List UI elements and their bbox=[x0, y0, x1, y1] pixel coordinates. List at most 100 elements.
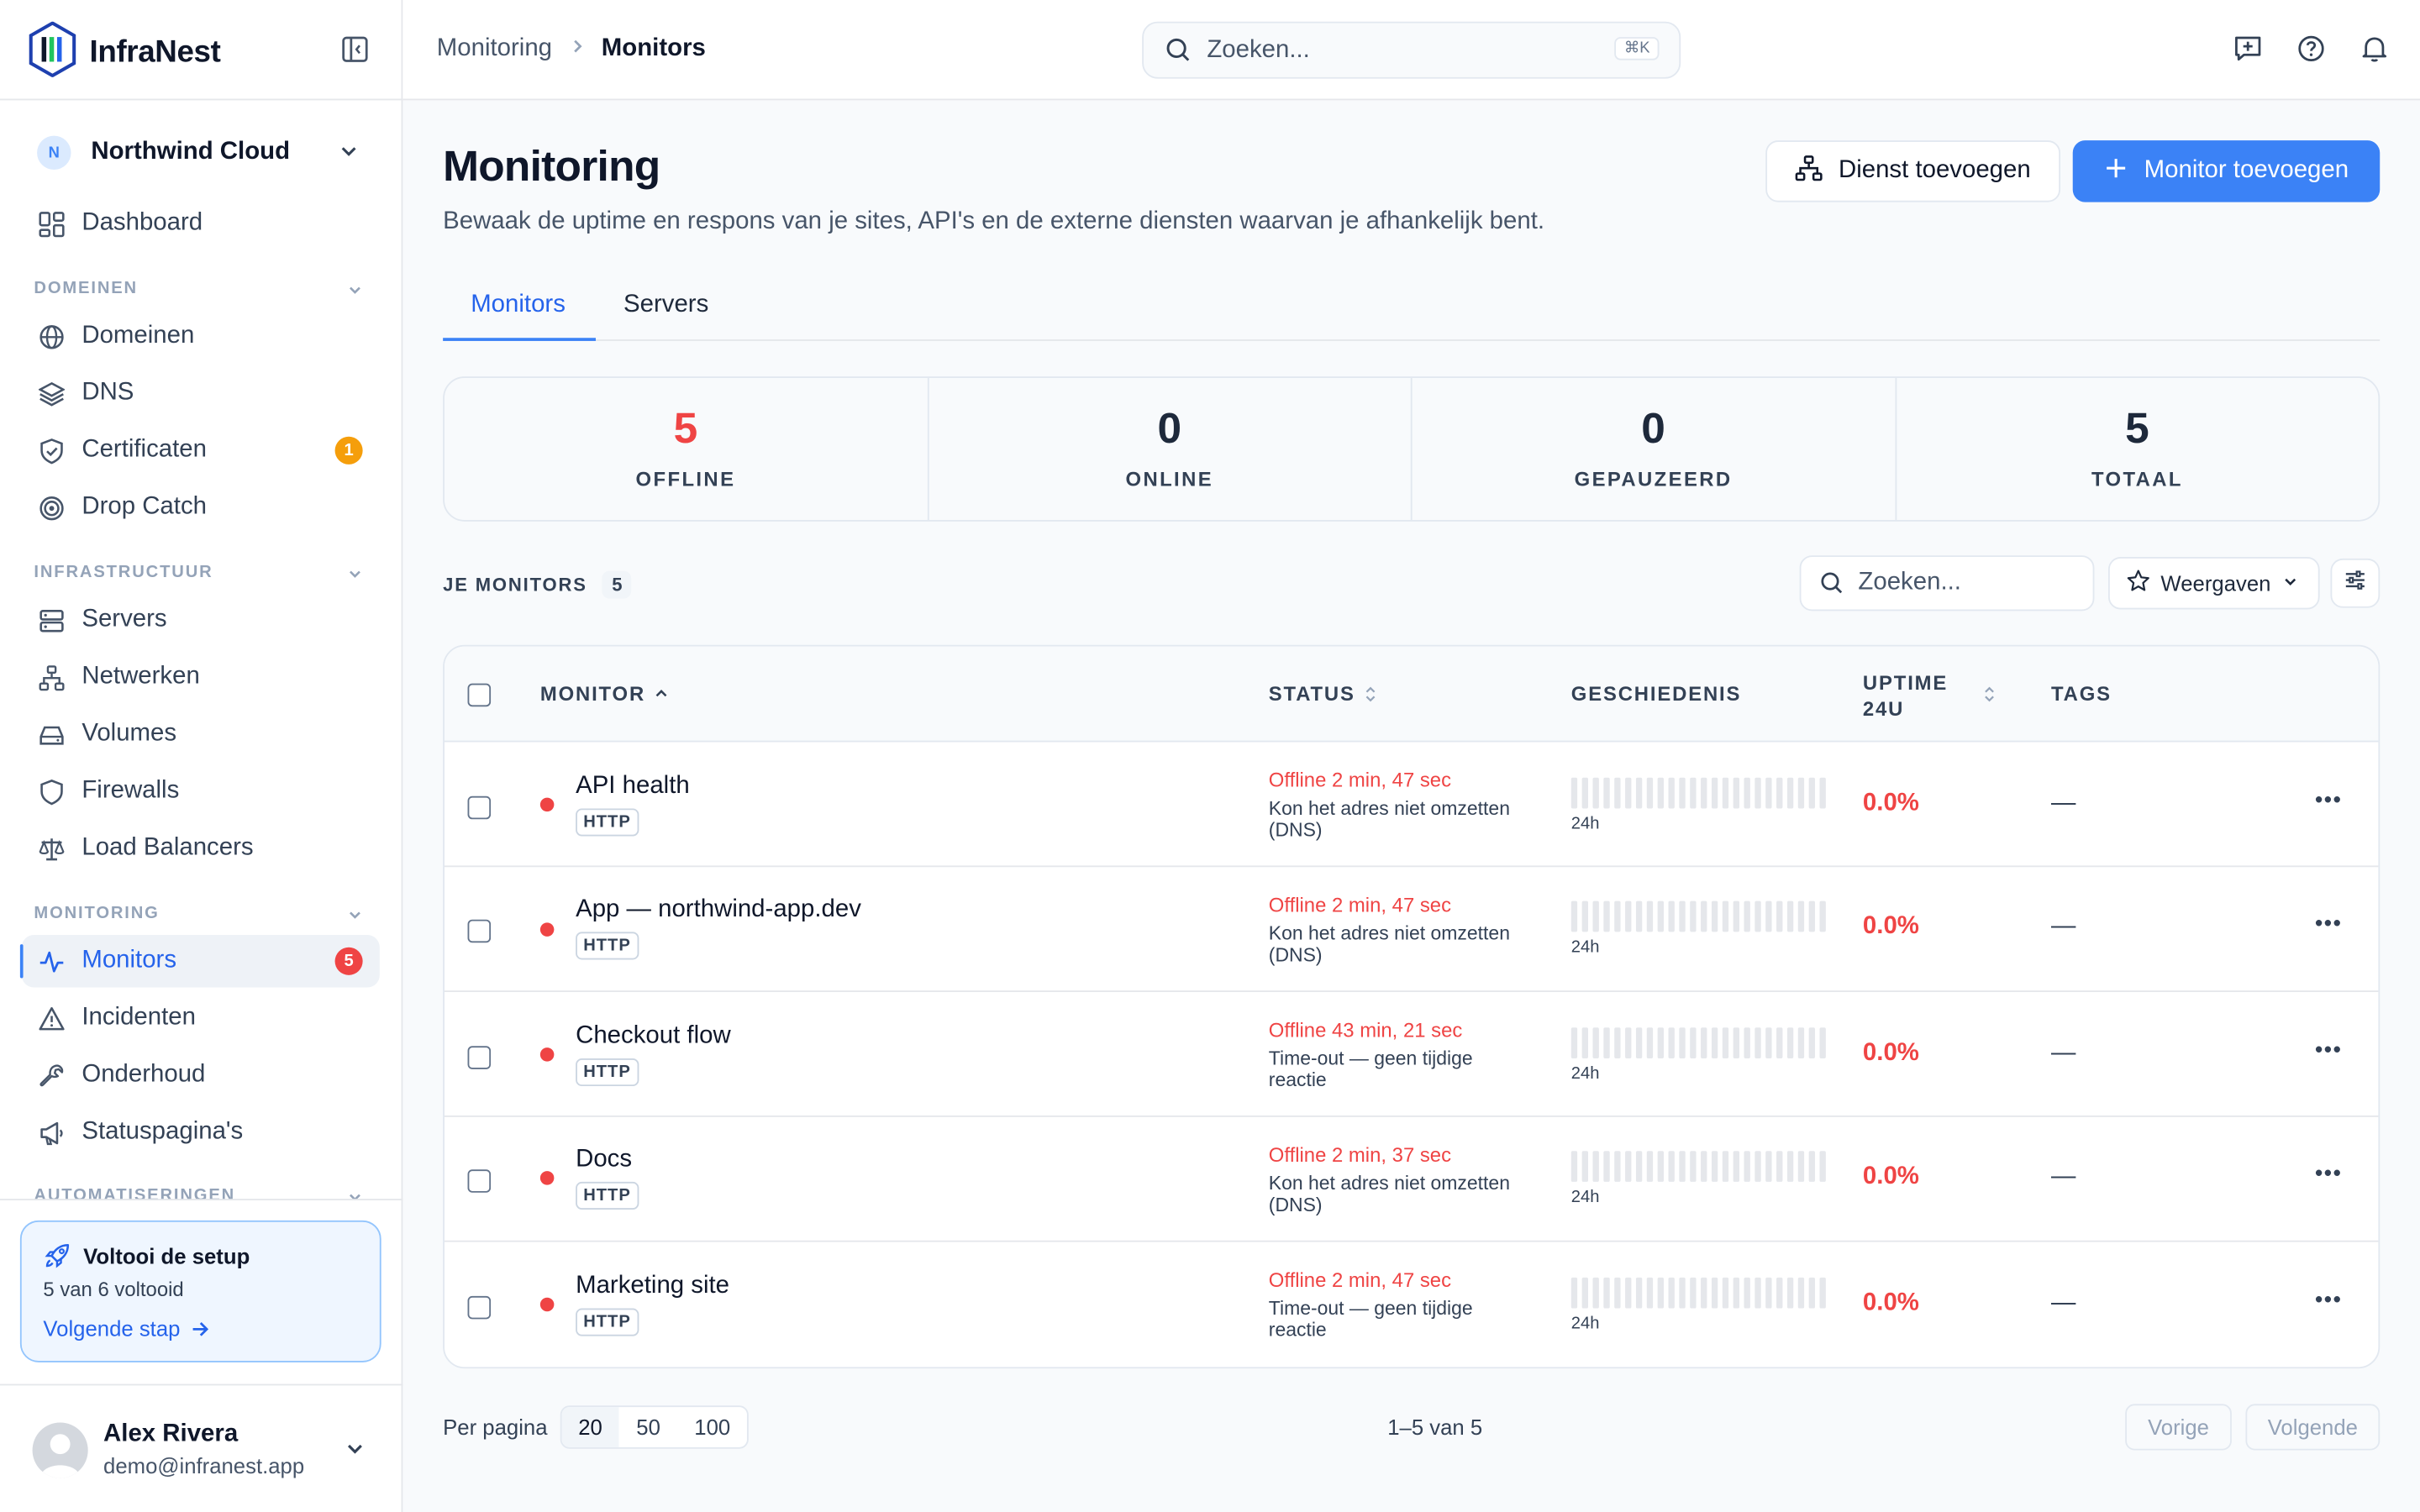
chevron-down-icon[interactable] bbox=[345, 563, 364, 591]
nav-firewalls[interactable]: Firewalls bbox=[22, 765, 380, 817]
nav-load-balancers[interactable]: Load Balancers bbox=[22, 822, 380, 874]
chevron-down-icon[interactable] bbox=[345, 279, 364, 307]
nav-label: Dashboard bbox=[82, 209, 203, 237]
per-page-option[interactable]: 100 bbox=[677, 1407, 747, 1447]
feedback-icon[interactable] bbox=[2233, 34, 2263, 71]
sort-icon[interactable] bbox=[1981, 684, 1996, 711]
layers-icon bbox=[37, 380, 65, 407]
per-page-label: Per pagina bbox=[443, 1415, 548, 1440]
bell-icon[interactable] bbox=[2360, 34, 2389, 71]
next-step-link[interactable]: Volgende stap bbox=[43, 1316, 209, 1341]
table-row[interactable]: Marketing site HTTP Offline 2 min, 47 se… bbox=[445, 1242, 2378, 1368]
history-bar bbox=[1646, 1277, 1654, 1309]
history-bar bbox=[1797, 1027, 1805, 1058]
history-bar bbox=[1690, 1277, 1697, 1309]
history-bar bbox=[1603, 1277, 1610, 1309]
add-monitor-button[interactable]: Monitor toevoegen bbox=[2072, 140, 2381, 202]
nav-monitors[interactable]: Monitors 5 bbox=[19, 935, 380, 988]
monitor-name[interactable]: API health bbox=[576, 773, 690, 801]
row-checkbox[interactable] bbox=[467, 919, 492, 943]
select-all-checkbox[interactable] bbox=[467, 683, 492, 707]
row-checkbox[interactable] bbox=[467, 1169, 492, 1193]
status-dot bbox=[539, 1047, 555, 1062]
alert-triangle-icon bbox=[37, 1005, 65, 1032]
history-bar bbox=[1765, 900, 1772, 932]
nav-domains[interactable]: Domeinen bbox=[22, 310, 380, 362]
monitor-name[interactable]: Checkout flow bbox=[576, 1023, 731, 1051]
monitor-name[interactable]: Docs bbox=[576, 1147, 632, 1174]
nav-servers[interactable]: Servers bbox=[22, 594, 380, 646]
history-bar bbox=[1625, 1151, 1632, 1182]
tab-servers[interactable]: Servers bbox=[623, 291, 708, 319]
workspace-switcher[interactable]: N Northwind Cloud bbox=[22, 123, 380, 182]
nav-status-pages[interactable]: Statuspagina's bbox=[22, 1106, 380, 1158]
monitor-search-input[interactable]: Zoeken... bbox=[1799, 555, 2095, 612]
global-search-input[interactable]: Zoeken... ⌘K bbox=[1142, 21, 1681, 79]
table-row[interactable]: API health HTTP Offline 2 min, 47 sec Ko… bbox=[444, 742, 2379, 868]
user-menu[interactable]: Alex Rivera demo@infranest.app bbox=[0, 1383, 403, 1512]
brand[interactable]: InfraNest bbox=[28, 21, 221, 85]
row-checkbox[interactable] bbox=[467, 795, 492, 820]
arrow-right-icon bbox=[192, 1321, 208, 1336]
views-dropdown[interactable]: Weergaven bbox=[2107, 557, 2320, 610]
nav-drop-catch[interactable]: Drop Catch bbox=[22, 481, 380, 533]
history-bar bbox=[1581, 777, 1588, 809]
history-bar bbox=[1570, 1277, 1578, 1309]
page-subtitle: Bewaak de uptime en respons van je sites… bbox=[443, 207, 1545, 235]
history-bar bbox=[1625, 777, 1632, 809]
history-bar bbox=[1635, 1277, 1643, 1309]
nav-maintenance[interactable]: Onderhoud bbox=[22, 1049, 380, 1101]
stat-offline: 5 OFFLINE bbox=[445, 377, 929, 520]
more-actions-button[interactable]: ••• bbox=[2315, 911, 2343, 935]
breadcrumb-monitoring[interactable]: Monitoring bbox=[437, 35, 552, 63]
status-reason: Kon het adres niet omzetten (DNS) bbox=[1268, 922, 1510, 966]
th-monitor[interactable]: MONITOR bbox=[540, 682, 671, 705]
nav-dashboard[interactable]: Dashboard bbox=[22, 197, 380, 249]
history-bar bbox=[1819, 777, 1826, 809]
th-uptime[interactable]: UPTIME 24U bbox=[1863, 669, 1948, 722]
th-status[interactable]: STATUS bbox=[1269, 682, 1379, 705]
row-checkbox[interactable] bbox=[467, 1295, 492, 1320]
globe-icon bbox=[37, 323, 65, 350]
column-settings-button[interactable] bbox=[2330, 558, 2381, 608]
nav-networks[interactable]: Netwerken bbox=[22, 651, 380, 703]
row-checkbox[interactable] bbox=[467, 1046, 492, 1069]
history-bar bbox=[1603, 900, 1610, 932]
history-bar bbox=[1690, 900, 1697, 932]
add-service-button[interactable]: Dienst toevoegen bbox=[1765, 140, 2061, 202]
main-content: Monitoring Bewaak de uptime en respons v… bbox=[402, 100, 2420, 1512]
history-bar bbox=[1786, 777, 1794, 809]
table-row[interactable]: Docs HTTP Offline 2 min, 37 sec Kon het … bbox=[444, 1117, 2379, 1242]
previous-page-button[interactable]: Vorige bbox=[2125, 1404, 2232, 1451]
search-placeholder: Zoeken... bbox=[1858, 569, 1961, 596]
more-actions-button[interactable]: ••• bbox=[2315, 1037, 2343, 1061]
nav-dns[interactable]: DNS bbox=[22, 367, 380, 419]
tab-monitors[interactable]: Monitors bbox=[471, 291, 566, 319]
nav-certificates[interactable]: Certificaten 1 bbox=[22, 424, 380, 476]
help-icon[interactable] bbox=[2296, 34, 2326, 71]
nav-volumes[interactable]: Volumes bbox=[22, 708, 380, 760]
history-bar bbox=[1808, 1027, 1815, 1058]
table-row[interactable]: App — northwind-app.dev HTTP Offline 2 m… bbox=[444, 867, 2379, 993]
chevron-down-icon[interactable] bbox=[345, 904, 364, 932]
dashboard-icon bbox=[37, 210, 65, 238]
monitor-type-badge: HTTP bbox=[576, 1308, 639, 1336]
search-placeholder: Zoeken... bbox=[1207, 36, 1310, 63]
stat-online: 0 ONLINE bbox=[929, 377, 1413, 520]
monitor-name[interactable]: Marketing site bbox=[576, 1273, 729, 1300]
nav-incidents[interactable]: Incidenten bbox=[22, 992, 380, 1044]
more-actions-button[interactable]: ••• bbox=[2315, 787, 2343, 811]
per-page-option[interactable]: 50 bbox=[619, 1407, 677, 1447]
setup-card[interactable]: Voltooi de setup 5 van 6 voltooid Volgen… bbox=[19, 1220, 381, 1362]
avatar bbox=[32, 1422, 88, 1478]
table-row[interactable]: Checkout flow HTTP Offline 43 min, 21 se… bbox=[444, 992, 2379, 1117]
chevron-down-icon bbox=[336, 139, 360, 171]
more-actions-button[interactable]: ••• bbox=[2315, 1160, 2343, 1184]
next-page-button[interactable]: Volgende bbox=[2245, 1404, 2381, 1451]
more-actions-button[interactable]: ••• bbox=[2315, 1287, 2343, 1311]
collapse-sidebar-button[interactable] bbox=[341, 35, 372, 66]
setup-title: Voltooi de setup bbox=[83, 1243, 250, 1268]
per-page-option[interactable]: 20 bbox=[561, 1407, 620, 1447]
monitor-name[interactable]: App — northwind-app.dev bbox=[576, 896, 861, 924]
history-bar bbox=[1754, 900, 1761, 932]
